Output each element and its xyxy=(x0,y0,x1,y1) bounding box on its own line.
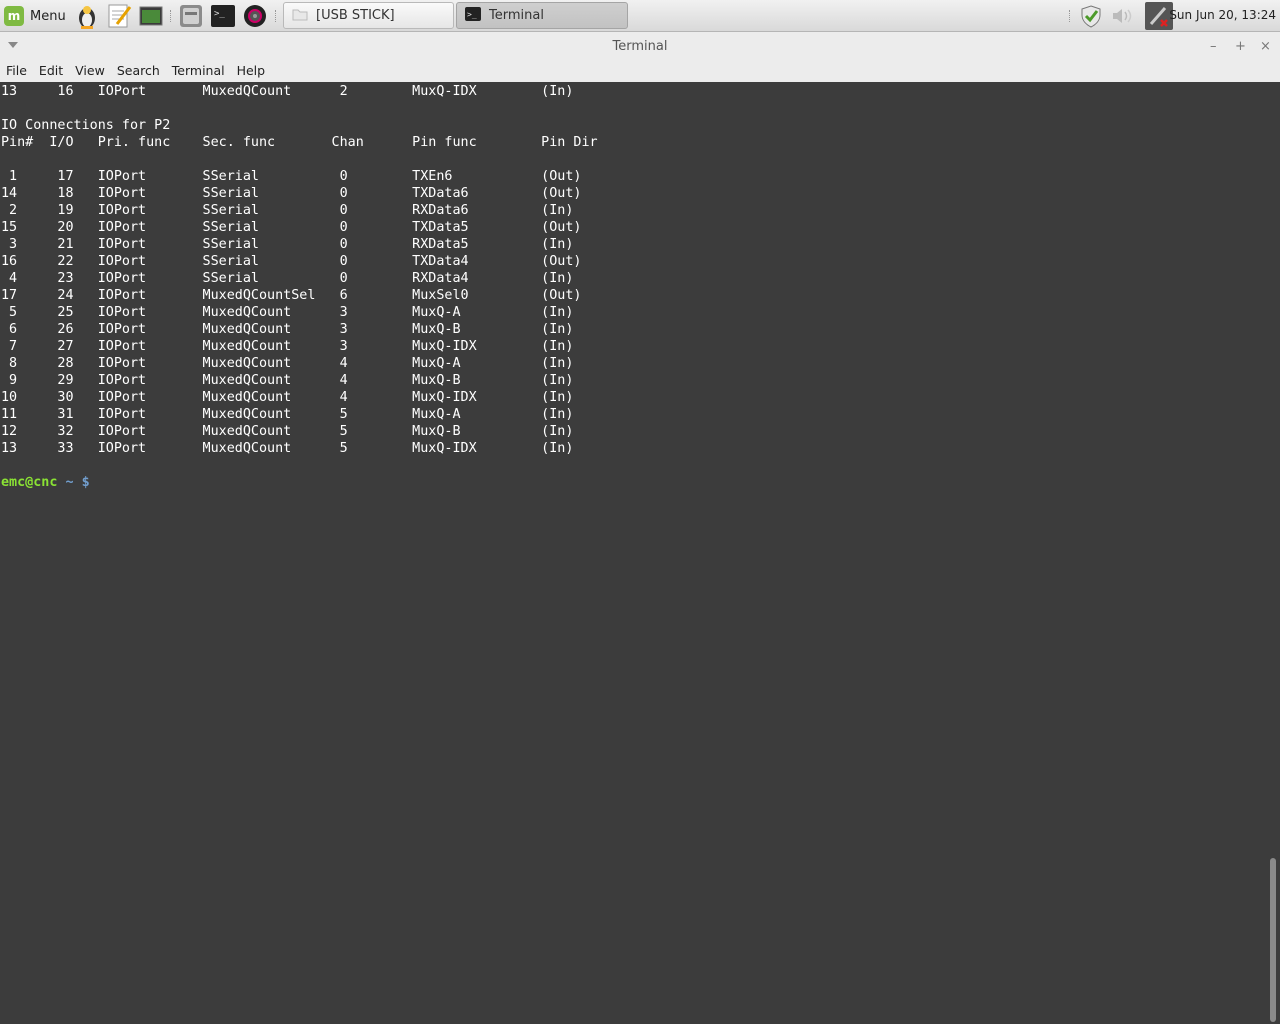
menu-button[interactable]: m Menu xyxy=(4,4,66,28)
svg-text:>_: >_ xyxy=(214,9,225,19)
terminal-line: 5 25 IOPort MuxedQCount 3 MuxQ-A (In) xyxy=(1,305,574,320)
panel-separator xyxy=(170,10,173,22)
menu-label: Menu xyxy=(30,8,66,24)
panel-separator xyxy=(275,10,278,22)
prompt: emc@cnc ~ $ xyxy=(1,475,90,490)
terminal-line: 7 27 IOPort MuxedQCount 3 MuxQ-IDX (In) xyxy=(1,339,574,354)
text-editor-icon[interactable] xyxy=(105,2,133,30)
terminal-icon: >_ xyxy=(465,6,481,25)
terminal-launcher-icon[interactable]: >_ xyxy=(209,2,237,30)
terminal-output: 13 16 IOPort MuxedQCount 2 MuxQ-IDX (In)… xyxy=(1,83,598,491)
panel-separator xyxy=(1069,10,1072,22)
terminal-line: 17 24 IOPort MuxedQCountSel 6 MuxSel0 (O… xyxy=(1,288,582,303)
top-panel: m Menu >_ [USB STICK] >_ Terminal Sun Ju… xyxy=(0,0,1280,32)
terminal-line: 6 26 IOPort MuxedQCount 3 MuxQ-B (In) xyxy=(1,322,574,337)
prompt-user: emc@cnc xyxy=(1,475,58,490)
terminal-line: 13 33 IOPort MuxedQCount 5 MuxQ-IDX (In) xyxy=(1,441,574,456)
terminal-line: 14 18 IOPort SSerial 0 TXData6 (Out) xyxy=(1,186,582,201)
desktop-icon[interactable] xyxy=(137,2,165,30)
svg-text:>_: >_ xyxy=(467,10,477,19)
menu-file[interactable]: File xyxy=(0,60,33,82)
task-usb-stick[interactable]: [USB STICK] xyxy=(283,2,454,29)
prompt-path: ~ $ xyxy=(57,475,90,490)
terminal-line: IO Connections for P2 xyxy=(1,118,171,133)
terminal-line: 10 30 IOPort MuxedQCount 4 MuxQ-IDX (In) xyxy=(1,390,574,405)
close-button[interactable]: × xyxy=(1260,39,1271,54)
maximize-button[interactable]: + xyxy=(1235,39,1246,54)
terminal-line: 4 23 IOPort SSerial 0 RXData4 (In) xyxy=(1,271,574,286)
terminal-line: 12 32 IOPort MuxedQCount 5 MuxQ-B (In) xyxy=(1,424,574,439)
terminal-line: 3 21 IOPort SSerial 0 RXData5 (In) xyxy=(1,237,574,252)
menu-help[interactable]: Help xyxy=(231,60,272,82)
menu-terminal[interactable]: Terminal xyxy=(166,60,231,82)
menubar: File Edit View Search Terminal Help xyxy=(0,60,1280,83)
terminal-line: 9 29 IOPort MuxedQCount 4 MuxQ-B (In) xyxy=(1,373,574,388)
task-label: Terminal xyxy=(489,8,544,23)
menu-view[interactable]: View xyxy=(69,60,111,82)
terminal-line: 8 28 IOPort MuxedQCount 4 MuxQ-A (In) xyxy=(1,356,574,371)
terminal-line: 15 20 IOPort SSerial 0 TXData5 (Out) xyxy=(1,220,582,235)
minimize-button[interactable]: – xyxy=(1210,39,1217,54)
disk-icon[interactable] xyxy=(177,2,205,30)
window-titlebar[interactable]: Terminal – + × xyxy=(0,32,1280,60)
terminal-line: 13 16 IOPort MuxedQCount 2 MuxQ-IDX (In) xyxy=(1,84,574,99)
menu-edit[interactable]: Edit xyxy=(33,60,69,82)
scrollbar-thumb[interactable] xyxy=(1270,858,1276,1022)
volume-icon[interactable] xyxy=(1110,4,1134,28)
terminal-scrollbar[interactable] xyxy=(1267,82,1280,1024)
task-label: [USB STICK] xyxy=(316,8,395,23)
mint-logo-icon: m xyxy=(4,6,24,26)
menu-search[interactable]: Search xyxy=(111,60,166,82)
shield-icon[interactable] xyxy=(1079,4,1103,28)
terminal-area[interactable]: 13 16 IOPort MuxedQCount 2 MuxQ-IDX (In)… xyxy=(0,82,1267,1024)
mintupdate-icon[interactable] xyxy=(73,2,101,30)
terminal-line: 2 19 IOPort SSerial 0 RXData6 (In) xyxy=(1,203,574,218)
terminal-line: 1 17 IOPort SSerial 0 TXEn6 (Out) xyxy=(1,169,582,184)
terminal-line: Pin# I/O Pri. func Sec. func Chan Pin fu… xyxy=(1,135,598,150)
camera-icon[interactable] xyxy=(241,2,269,30)
folder-icon xyxy=(292,7,308,25)
terminal-line: 16 22 IOPort SSerial 0 TXData4 (Out) xyxy=(1,254,582,269)
window-title: Terminal xyxy=(612,39,668,54)
clock[interactable]: Sun Jun 20, 13:24 xyxy=(1169,8,1276,22)
terminal-line: 11 31 IOPort MuxedQCount 5 MuxQ-A (In) xyxy=(1,407,574,422)
task-terminal[interactable]: >_ Terminal xyxy=(456,2,628,29)
